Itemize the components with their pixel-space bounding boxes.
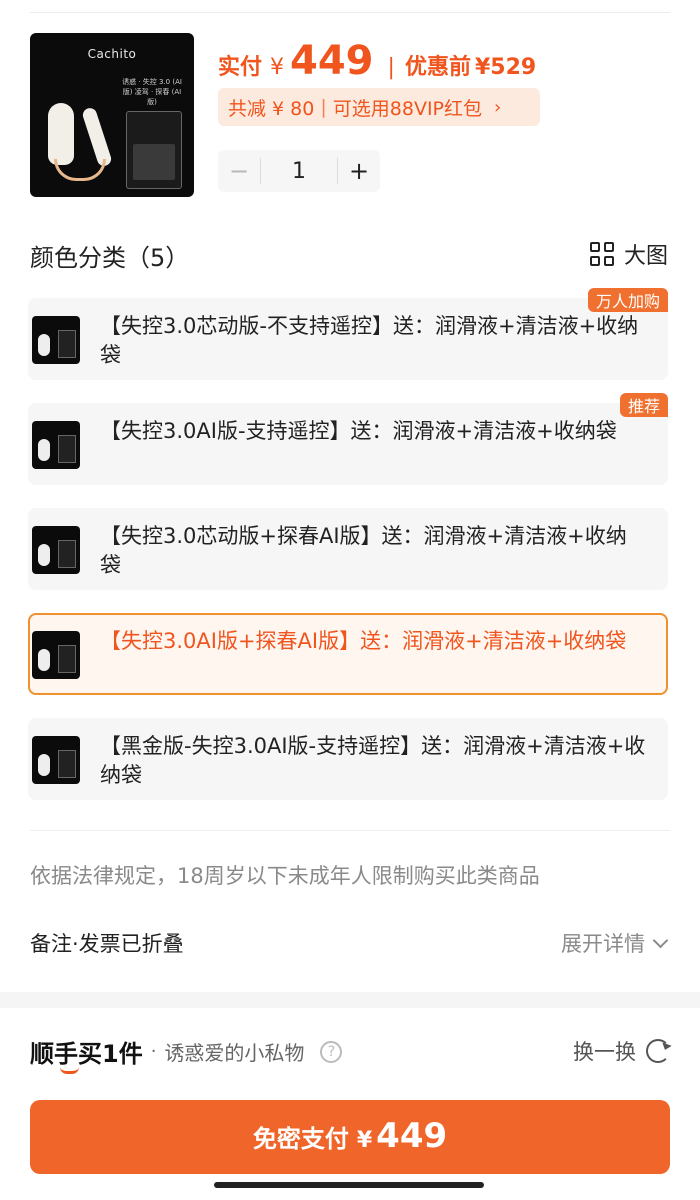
chevron-down-icon [652,932,669,948]
big-image-toggle[interactable]: 大图 [589,238,668,270]
big-image-label: 大图 [623,244,668,269]
option-card[interactable]: 【失控3.0芯动版+探春AI版】送：润滑液+清洁液+收纳袋 [28,508,668,590]
top-divider [30,12,670,13]
vip-coupon-text: 可选用88VIP红包 [332,97,483,120]
option-label: 【失控3.0芯动版+探春AI版】送：润滑液+清洁液+收纳袋 [100,524,627,577]
package-illustration [126,111,182,189]
option-card[interactable]: 【黑金版-失控3.0AI版-支持遥控】送：润滑液+清洁液+收纳袋 [28,718,668,800]
option-badge: 万人加购 [587,288,668,312]
slogan-dot: · [150,1041,157,1062]
increase-quantity-button[interactable]: + [338,150,380,192]
option-thumbnail [32,631,80,679]
swap-label: 换一换 [573,1040,636,1064]
refresh-icon [646,1039,670,1063]
option-card[interactable]: 【失控3.0芯动版-不支持遥控】送：润滑液+清洁液+收纳袋 万人加购 [28,288,668,380]
paid-currency: ¥ [270,55,285,80]
chevron-right-icon: › [494,96,502,118]
color-category-title: 颜色分类（5） [30,244,190,272]
option-card-selected[interactable]: 【失控3.0AI版+探春AI版】送：润滑液+清洁液+收纳袋 [28,613,668,695]
original-price-value: ¥529 [474,55,537,80]
pay-amount: 449 [376,1116,448,1156]
grid-icon [589,242,614,266]
add-on-logo: 顺手买1件 [30,1034,143,1074]
product-brand: Cachito [87,47,137,61]
product-image[interactable]: Cachito 诱惑 · 失控 3.0 (AI版) 凌驾 · 探春 (AI版) [30,33,194,197]
original-price-label: 优惠前 [404,55,471,80]
quantity-input[interactable]: 1 [261,159,337,184]
product-subtitle: 诱惑 · 失控 3.0 (AI版) 凌驾 · 探春 (AI版) [122,78,182,106]
legal-notice: 依据法律规定，18周岁以下未成年人限制购买此类商品 [30,864,540,888]
quantity-stepper: − 1 + [218,150,380,192]
total-saved: 共减 ¥ 80 [228,97,315,120]
option-thumbnail [32,316,80,364]
pay-currency: ¥ [356,1128,373,1153]
option-card[interactable]: 【失控3.0AI版-支持遥控】送：润滑液+清洁液+收纳袋 推荐 [28,393,668,485]
decrease-quantity-button[interactable]: − [218,150,260,192]
swap-button[interactable]: 换一换 [573,1036,670,1066]
option-label: 【失控3.0AI版-支持遥控】送：润滑液+清洁液+收纳袋 [100,419,617,443]
section-divider [30,830,670,831]
section-separator [0,992,700,1008]
option-thumbnail [32,736,80,784]
option-label: 【黑金版-失控3.0AI版-支持遥控】送：润滑液+清洁液+收纳袋 [100,734,646,787]
expand-details-button[interactable]: 展开详情 [561,928,669,958]
option-thumbnail [32,421,80,469]
option-thumbnail [32,526,80,574]
cord-illustration [54,159,106,181]
price-separator: | [387,55,395,80]
discount-tag[interactable]: 共减 ¥ 80 | 可选用88VIP红包 › [218,88,540,126]
device-illustration [48,103,74,165]
option-badge: 推荐 [619,393,668,417]
home-indicator[interactable] [214,1182,484,1188]
help-icon[interactable]: ? [320,1040,343,1063]
discount-separator: | [320,96,327,118]
paid-label: 实付 [218,55,263,80]
pay-label: 免密支付 [252,1125,349,1153]
remark-invoice-label: 备注·发票已折叠 [30,932,184,956]
option-label: 【失控3.0AI版+探春AI版】送：润滑液+清洁液+收纳袋 [100,629,627,653]
add-on-slogan: 诱惑爱的小私物 [164,1041,305,1065]
paid-value: 449 [290,38,374,84]
price-row: 实付 ¥ 449 | 优惠前 ¥529 [218,38,537,84]
add-on-recommendation: 顺手买1件 · 诱惑爱的小私物 ? [30,1034,343,1074]
expand-label: 展开详情 [561,932,645,956]
password-free-pay-button[interactable]: 免密支付 ¥ 449 [30,1100,670,1174]
option-label: 【失控3.0芯动版-不支持遥控】送：润滑液+清洁液+收纳袋 [100,314,639,367]
